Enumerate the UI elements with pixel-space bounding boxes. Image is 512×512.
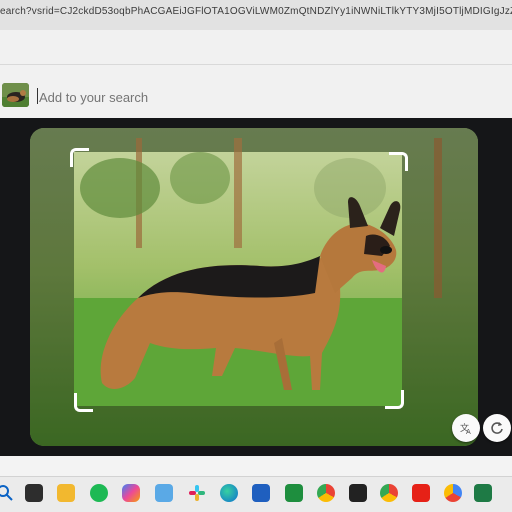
search-input[interactable]	[36, 88, 299, 106]
youtube-icon[interactable]	[412, 484, 430, 502]
terminal-dark-icon[interactable]	[349, 484, 367, 502]
crop-handle-top-right[interactable]	[389, 152, 408, 171]
taskbar	[0, 476, 512, 512]
chrome-beta-icon[interactable]	[380, 484, 398, 502]
svg-text:A: A	[466, 428, 471, 435]
file-explorer-icon[interactable]	[57, 484, 75, 502]
store-icon[interactable]	[252, 484, 270, 502]
translate-button[interactable]: 文 A	[452, 414, 480, 442]
copilot-icon[interactable]	[122, 484, 140, 502]
crop-handle-bottom-right[interactable]	[385, 390, 404, 409]
page-footer-strip	[0, 456, 512, 476]
spotify-icon[interactable]	[90, 484, 108, 502]
chrome-dev-icon[interactable]	[444, 484, 462, 502]
image-thumbnail[interactable]	[2, 83, 29, 107]
search-icon[interactable]	[0, 484, 14, 502]
url-text[interactable]: earch?vsrid=CJ2ckdD53oqbPhACGAEiJGFlOTA1…	[0, 6, 512, 17]
refresh-icon	[491, 422, 503, 434]
address-bar[interactable]: earch?vsrid=CJ2ckdD53oqbPhACGAEiJGFlOTA1…	[0, 0, 512, 31]
edge-icon[interactable]	[220, 484, 238, 502]
search-row	[0, 80, 512, 114]
terminal-icon[interactable]	[25, 484, 43, 502]
screen: earch?vsrid=CJ2ckdD53oqbPhACGAEiJGFlOTA1…	[0, 0, 512, 512]
crop-handle-top-left[interactable]	[70, 148, 89, 167]
crop-handle-bottom-left[interactable]	[74, 393, 93, 412]
translate-icon: 文 A	[460, 422, 471, 435]
photos-icon[interactable]	[155, 484, 173, 502]
search-image[interactable]	[30, 128, 478, 446]
refresh-button[interactable]	[483, 414, 511, 442]
chrome-icon[interactable]	[317, 484, 335, 502]
xbox-icon[interactable]	[285, 484, 303, 502]
divider	[0, 64, 512, 65]
excel-icon[interactable]	[474, 484, 492, 502]
slack-icon[interactable]	[188, 484, 206, 502]
